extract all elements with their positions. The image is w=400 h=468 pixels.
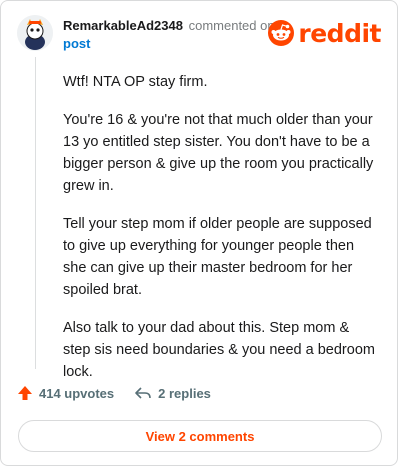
view-comments-button[interactable]: View 2 comments	[18, 420, 382, 452]
commented-on-label: commented on	[188, 18, 275, 33]
post-link[interactable]: post	[63, 35, 275, 53]
reddit-logo[interactable]: reddit	[268, 18, 381, 48]
username[interactable]: RemarkableAd2348	[63, 18, 183, 33]
upvote-button[interactable]: 414 upvotes	[17, 385, 114, 401]
comment-paragraph: Wtf! NTA OP stay firm.	[63, 74, 208, 90]
comment-actions: 414 upvotes 2 replies	[17, 385, 231, 401]
upvote-count: 414 upvotes	[39, 385, 115, 401]
upvote-arrow-icon	[18, 386, 32, 400]
thread-line[interactable]	[35, 57, 36, 369]
comment-body: Wtf! NTA OP stay firm. You're 16 & you'r…	[63, 71, 375, 399]
reddit-alien-icon	[268, 20, 295, 46]
comment-paragraph: Tell your step mom if older people are s…	[63, 216, 372, 298]
avatar-icon	[17, 15, 53, 51]
reply-arrow-icon	[135, 387, 151, 399]
comment-card: RemarkableAd2348 commented on post reddi…	[0, 0, 398, 466]
comment-paragraph: Also talk to your dad about this. Step m…	[63, 320, 375, 380]
comment-paragraph: You're 16 & you're not that much older t…	[63, 112, 374, 194]
replies-count: 2 replies	[158, 385, 211, 401]
replies-button[interactable]: 2 replies	[134, 385, 211, 401]
comment-header: RemarkableAd2348 commented on post	[63, 17, 275, 53]
avatar[interactable]	[17, 15, 53, 51]
reddit-wordmark: reddit	[298, 18, 381, 48]
